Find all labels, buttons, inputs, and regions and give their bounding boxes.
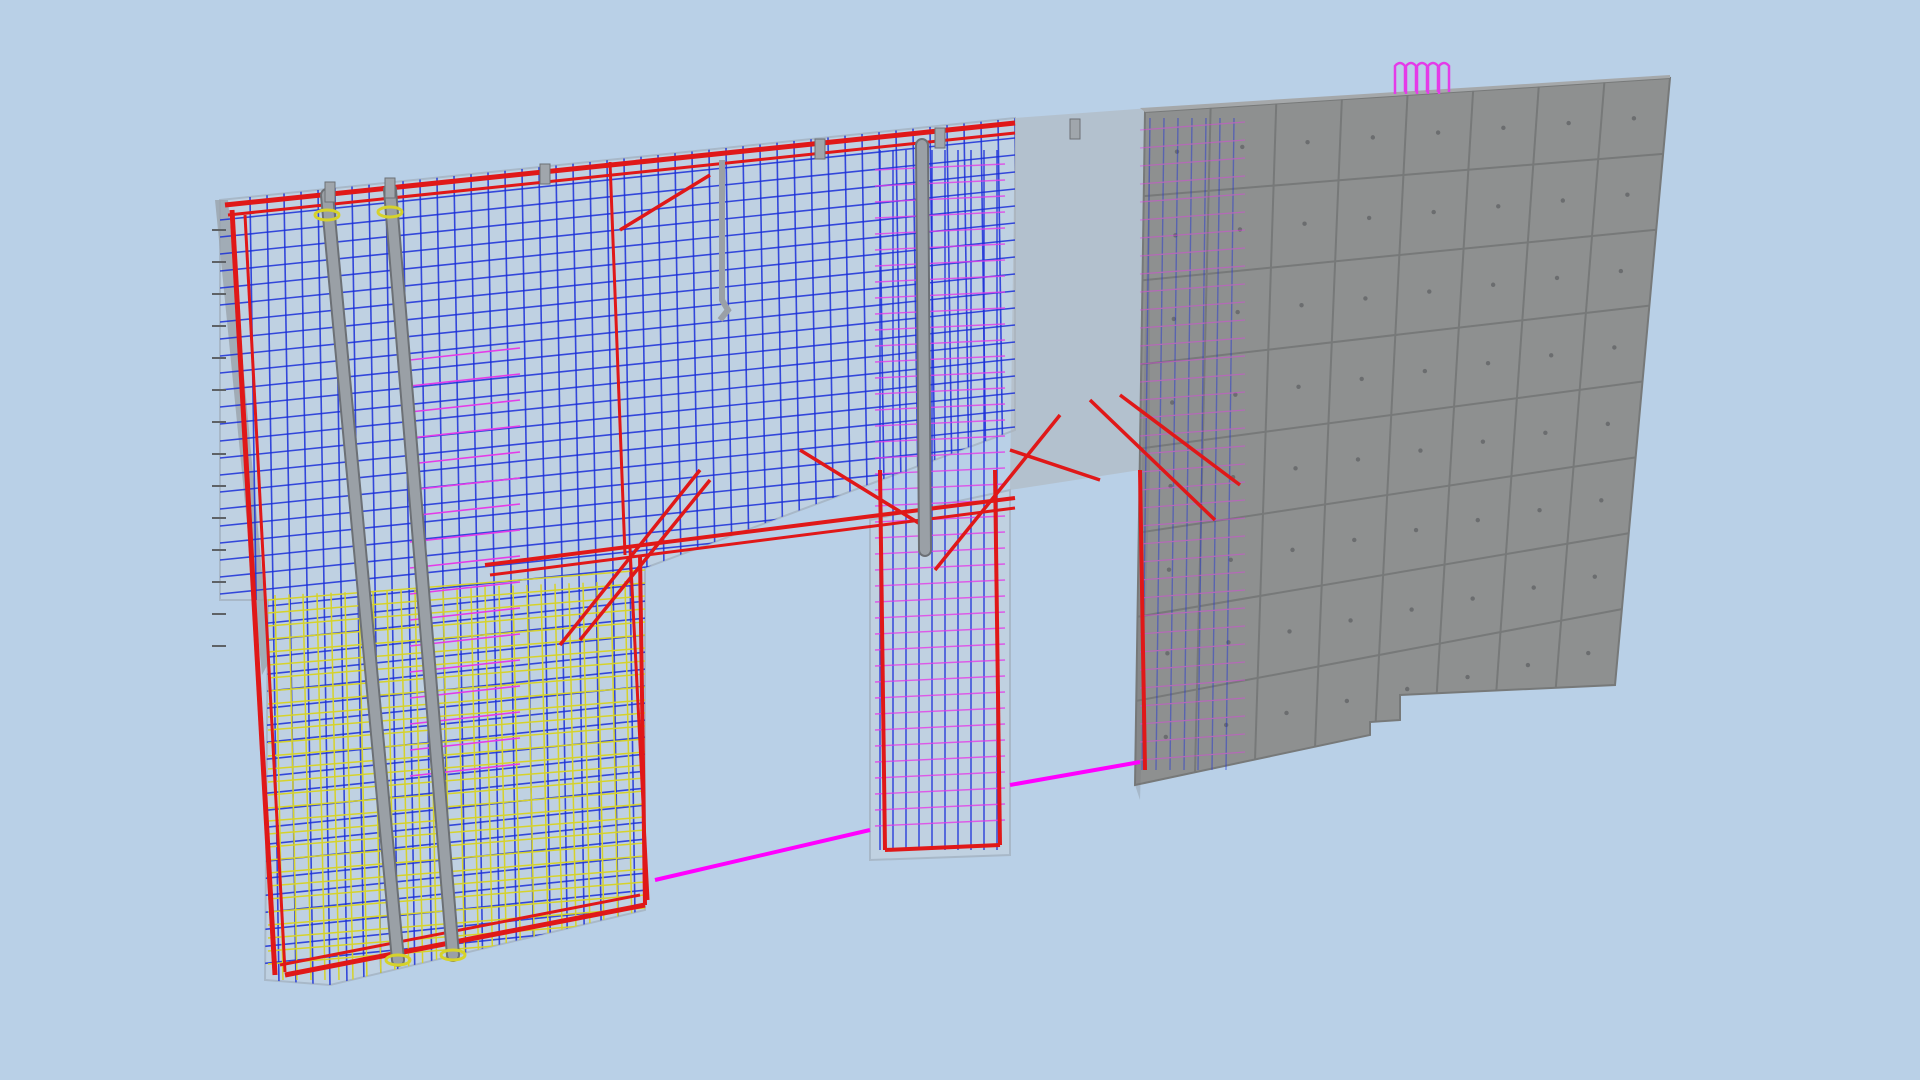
tie-hole bbox=[1344, 698, 1350, 704]
tie-hole bbox=[1625, 192, 1630, 197]
tie-hole bbox=[1496, 204, 1501, 209]
tie-hole bbox=[1465, 674, 1470, 680]
tie-hole bbox=[1352, 537, 1357, 543]
tie-hole bbox=[1592, 574, 1597, 579]
tie-hole bbox=[1618, 268, 1624, 274]
tie-hole bbox=[1431, 209, 1436, 215]
tie-hole bbox=[1409, 607, 1414, 612]
tie-hole bbox=[1366, 215, 1372, 221]
tie-hole bbox=[1370, 135, 1376, 140]
tie-hole bbox=[1566, 120, 1571, 126]
tie-hole bbox=[1480, 439, 1486, 444]
tie-hole bbox=[1418, 448, 1423, 453]
tie-hole bbox=[1363, 296, 1368, 301]
tie-hole bbox=[1235, 309, 1240, 315]
tie-hole bbox=[1359, 376, 1364, 382]
tie-hole bbox=[1548, 353, 1554, 358]
socket-anchor bbox=[814, 138, 826, 160]
tie-hole bbox=[1284, 710, 1289, 716]
tie-hole bbox=[1475, 517, 1480, 523]
tie-hole bbox=[1165, 651, 1170, 656]
tie-hole bbox=[1501, 125, 1506, 131]
tie-hole bbox=[1586, 650, 1591, 656]
tie-hole bbox=[1554, 275, 1560, 281]
tie-hole bbox=[1170, 400, 1175, 405]
tie-hole bbox=[1485, 361, 1491, 366]
tie-hole bbox=[1413, 527, 1419, 533]
3d-viewport[interactable] bbox=[0, 0, 1920, 1080]
tie-hole bbox=[1240, 144, 1245, 150]
socket-anchor bbox=[324, 181, 336, 203]
tie-hole bbox=[1302, 221, 1307, 226]
tie-hole bbox=[1296, 384, 1301, 389]
tie-hole bbox=[1435, 130, 1441, 135]
tie-hole bbox=[1427, 289, 1432, 294]
tie-hole bbox=[1290, 547, 1295, 553]
tie-hole bbox=[1305, 139, 1310, 145]
socket-anchor bbox=[384, 177, 396, 199]
socket-anchor bbox=[539, 163, 551, 185]
tie-hole bbox=[1605, 421, 1611, 427]
tie-hole bbox=[1163, 734, 1169, 740]
tie-hole bbox=[1355, 457, 1361, 462]
tie-hole bbox=[1599, 498, 1604, 503]
tie-hole bbox=[1612, 345, 1617, 350]
socket-anchor bbox=[1069, 118, 1081, 140]
conduit-pipe-3 bbox=[917, 140, 930, 555]
tie-hole bbox=[1405, 686, 1410, 692]
tie-hole bbox=[1348, 618, 1353, 623]
tie-hole bbox=[1287, 629, 1292, 634]
socket-anchor bbox=[934, 127, 946, 149]
tie-hole bbox=[1470, 596, 1475, 601]
tie-hole bbox=[1525, 662, 1531, 668]
tie-hole bbox=[1166, 567, 1172, 572]
tie-hole bbox=[1293, 466, 1298, 471]
tie-hole bbox=[1543, 430, 1548, 435]
wall-model-scene[interactable] bbox=[0, 0, 1920, 1080]
tie-hole bbox=[1560, 198, 1566, 203]
tie-hole bbox=[1531, 585, 1536, 590]
tie-hole bbox=[1631, 116, 1637, 121]
tie-hole bbox=[1490, 282, 1496, 287]
pier-top-shell bbox=[1010, 108, 1150, 490]
tie-hole bbox=[1299, 303, 1304, 308]
tie-hole bbox=[1537, 507, 1542, 513]
tie-hole bbox=[1422, 368, 1428, 374]
